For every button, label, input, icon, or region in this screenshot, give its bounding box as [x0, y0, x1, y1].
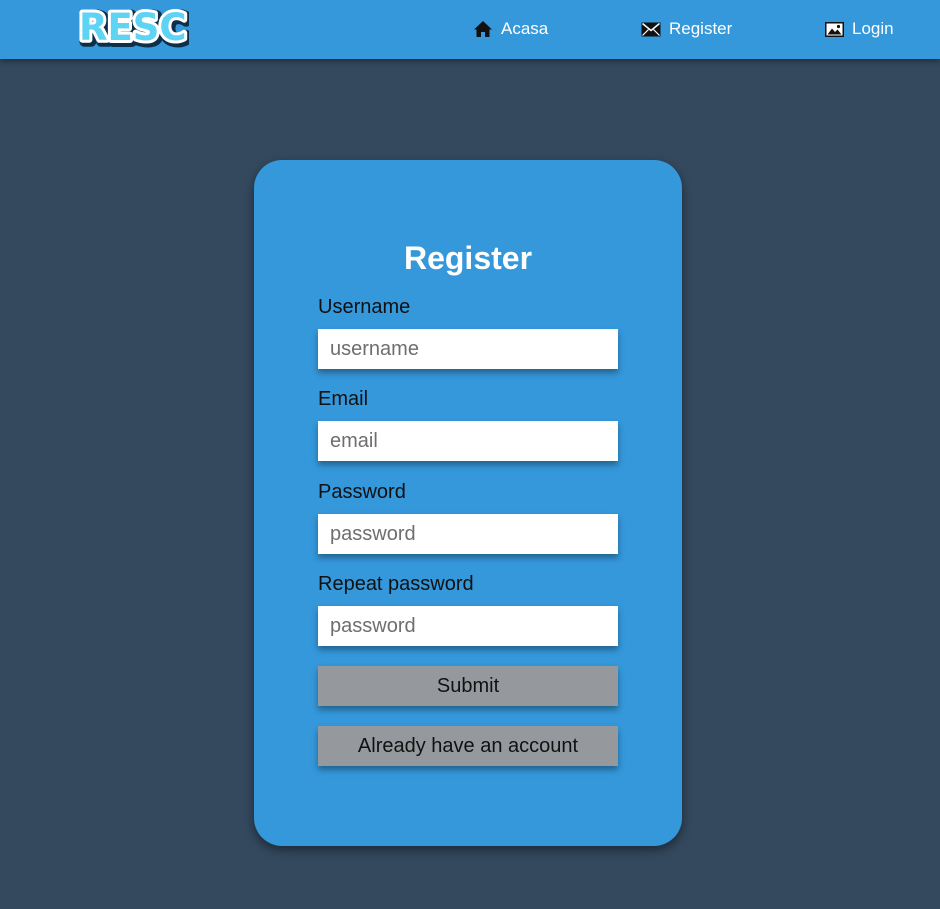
username-input[interactable] [318, 329, 618, 369]
repeat-password-label: Repeat password [318, 573, 474, 595]
nav-link-login[interactable]: Login [825, 17, 894, 41]
resc-logo[interactable]: RESC RESC [77, 5, 189, 51]
nav-link-home-label: Acasa [501, 19, 549, 38]
repeat-password-input[interactable] [318, 606, 618, 646]
nav-link-home[interactable]: Acasa [473, 17, 548, 41]
username-label: Username [318, 296, 411, 318]
email-label: Email [318, 388, 369, 410]
svg-text:RESC: RESC [79, 6, 187, 49]
nav-link-register[interactable]: Register [641, 17, 732, 41]
nav-link-login-label: Login [852, 19, 894, 38]
home-icon [473, 20, 493, 38]
nav-link-register-label: Register [669, 19, 733, 38]
submit-button[interactable]: Submit [318, 666, 618, 706]
form-title: Register [403, 240, 533, 276]
password-label: Password [318, 481, 406, 503]
envelope-icon [641, 22, 661, 37]
password-input[interactable] [318, 514, 618, 554]
already-have-account-button[interactable]: Already have an account [318, 726, 618, 766]
image-icon [825, 21, 844, 37]
top-navbar: RESC RESC Acasa Register Login [0, 0, 940, 59]
email-input[interactable] [318, 421, 618, 461]
